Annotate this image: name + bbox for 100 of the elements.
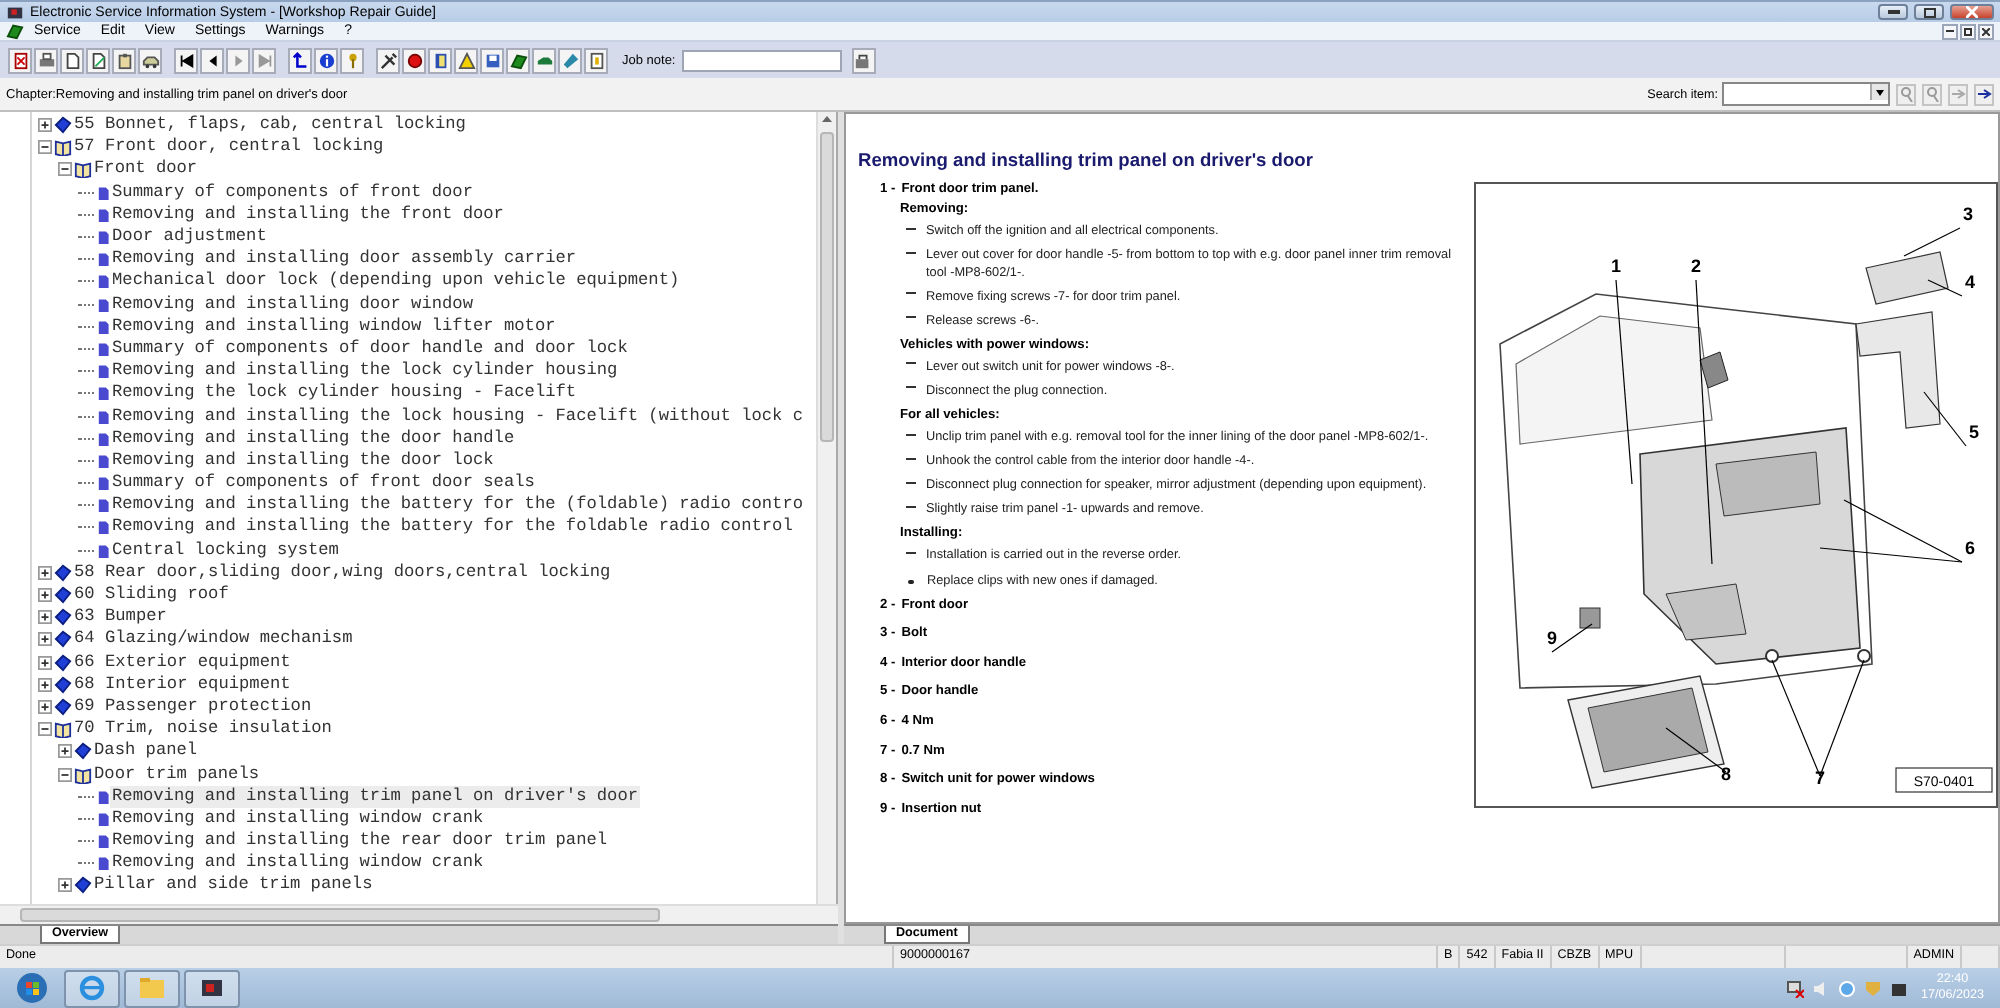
tree-item[interactable]: Summary of components of front door — [110, 181, 475, 204]
tree-item[interactable]: Removing and installing window lifter motor — [110, 315, 558, 338]
tree-item[interactable]: Removing the lock cylinder housing - Facelift — [110, 382, 579, 405]
book-leaf-icon[interactable] — [506, 47, 530, 73]
callout-number: 2 — [1691, 256, 1701, 276]
tree-item[interactable]: Front door — [92, 158, 200, 181]
tree-item[interactable]: Removing and installing the rear door trim panel — [110, 830, 610, 853]
tools-icon[interactable] — [376, 47, 400, 73]
restore-icon — [1964, 27, 1972, 35]
app-icon[interactable] — [184, 969, 240, 1007]
previous-icon[interactable] — [200, 47, 224, 73]
tree-item[interactable]: Dash panel — [92, 740, 200, 763]
restore-button[interactable] — [1914, 4, 1944, 20]
vertical-scrollbar[interactable] — [816, 112, 837, 904]
tree-item[interactable]: Removing and installing the lock housing - Facelift (without lock c — [110, 405, 806, 428]
job-note-field[interactable] — [681, 49, 842, 71]
scroll-up-icon[interactable] — [822, 112, 833, 124]
collapse-icon[interactable] — [38, 140, 52, 155]
find-icon[interactable] — [1896, 83, 1916, 105]
first-icon[interactable] — [174, 47, 198, 73]
tree-item[interactable]: Removing and installing the door lock — [110, 449, 496, 472]
tree-item[interactable]: Mechanical door lock (depending upon vehicle equipment) — [110, 270, 682, 293]
restore-button[interactable] — [1960, 23, 1976, 39]
tree-item[interactable]: 55 Bonnet, flaps, cab, central locking — [72, 114, 468, 137]
tree-item[interactable]: 60 Sliding roof — [72, 584, 231, 607]
tree-item[interactable]: Removing and installing the battery for the (foldable) radio contro — [110, 494, 806, 517]
expand-icon[interactable] — [58, 744, 72, 759]
disk-icon[interactable] — [480, 47, 504, 73]
minimize-button[interactable] — [1942, 23, 1958, 39]
tree-item[interactable]: Summary of components of door handle and door lock — [110, 337, 630, 360]
open-book-icon — [74, 160, 92, 179]
callout-number: 9 — [1547, 628, 1557, 648]
page-icon[interactable] — [60, 47, 84, 73]
dash-icon — [906, 386, 916, 389]
tree-item[interactable]: Central locking system — [110, 539, 341, 562]
expand-icon[interactable] — [38, 610, 52, 625]
car-icon[interactable] — [138, 47, 162, 73]
expand-icon[interactable] — [38, 699, 52, 714]
expand-icon[interactable] — [38, 677, 52, 692]
tree-item[interactable]: Removing and installing door assembly carrier — [110, 248, 579, 271]
tree-item[interactable]: Summary of components of front door seals — [110, 472, 537, 495]
last-icon[interactable] — [252, 47, 276, 73]
arrow-right-icon[interactable] — [1974, 83, 1994, 105]
tree-item[interactable]: Door adjustment — [110, 226, 269, 249]
expand-icon[interactable] — [38, 565, 52, 580]
tree-item[interactable]: Removing and installing trim panel on driver's door — [110, 785, 641, 808]
callout-number: 7 — [1815, 768, 1825, 788]
open-book-icon — [54, 138, 72, 157]
tree-item[interactable]: 57 Front door, central locking — [72, 136, 386, 159]
clipboard-icon[interactable] — [112, 47, 136, 73]
search-field[interactable] — [1722, 82, 1890, 106]
lock-icon[interactable] — [851, 47, 876, 73]
dash-icon — [906, 362, 916, 365]
printer-icon[interactable] — [34, 47, 58, 73]
car-side-icon[interactable] — [532, 47, 556, 73]
expand-icon[interactable] — [38, 655, 52, 670]
minimize-button[interactable] — [1878, 4, 1908, 20]
up-arrow-icon[interactable] — [288, 47, 312, 73]
help-icon[interactable] — [584, 47, 608, 73]
find-next-icon[interactable] — [1922, 83, 1942, 105]
tree-item[interactable]: 66 Exterior equipment — [72, 651, 293, 674]
network-icon[interactable] — [1786, 979, 1805, 997]
tag-icon[interactable] — [558, 47, 582, 73]
tree-item[interactable]: Removing and installing the front door — [110, 203, 506, 226]
tree-item[interactable]: 70 Trim, noise insulation — [72, 718, 334, 741]
info-icon[interactable] — [314, 47, 338, 73]
expand-icon[interactable] — [38, 588, 52, 603]
book-icon[interactable] — [428, 47, 452, 73]
tree-item[interactable]: Pillar and side trim panels — [92, 874, 375, 897]
tree-item[interactable]: Removing and installing the door handle — [110, 427, 517, 450]
browser-icon[interactable] — [64, 969, 120, 1007]
collapse-icon[interactable] — [38, 722, 52, 737]
tree-item[interactable]: 69 Passenger protection — [72, 695, 314, 718]
tree-item[interactable]: Removing and installing door window — [110, 293, 475, 316]
tree-item[interactable]: Removing and installing the battery for the foldable radio control — [110, 516, 795, 539]
tree-item[interactable]: Removing and installing window crank — [110, 852, 486, 875]
bullet-icon — [908, 579, 913, 585]
tree-item[interactable]: 58 Rear door,sliding door,wing doors,central locking — [72, 561, 613, 584]
close-button[interactable] — [1978, 23, 1994, 39]
leader-line — [1903, 227, 1961, 257]
tree-item[interactable]: 64 Glazing/window mechanism — [72, 628, 355, 651]
collapse-icon[interactable] — [58, 767, 72, 782]
collapse-icon[interactable] — [58, 162, 72, 177]
tree-item[interactable]: Door trim panels — [92, 763, 262, 786]
tree-item[interactable]: 63 Bumper — [72, 606, 169, 629]
expand-icon[interactable] — [38, 632, 52, 647]
callout-number: 8 — [1721, 764, 1731, 784]
tree-item[interactable]: Removing and installing the lock cylinder housing — [110, 360, 620, 383]
edit-icon[interactable] — [86, 47, 110, 73]
monitor-icon[interactable] — [1890, 979, 1909, 997]
key-icon[interactable] — [340, 47, 364, 73]
expand-icon[interactable] — [58, 878, 72, 893]
expand-icon[interactable] — [38, 118, 52, 133]
app-icon — [6, 3, 24, 21]
warning-icon[interactable] — [454, 47, 478, 73]
exit-icon[interactable] — [8, 47, 32, 73]
tree-item[interactable]: 68 Interior equipment — [72, 673, 293, 696]
callout-number: 6 — [1965, 538, 1975, 558]
tree-item[interactable]: Removing and installing window crank — [110, 807, 486, 830]
horizontal-scrollbar[interactable] — [0, 904, 839, 924]
